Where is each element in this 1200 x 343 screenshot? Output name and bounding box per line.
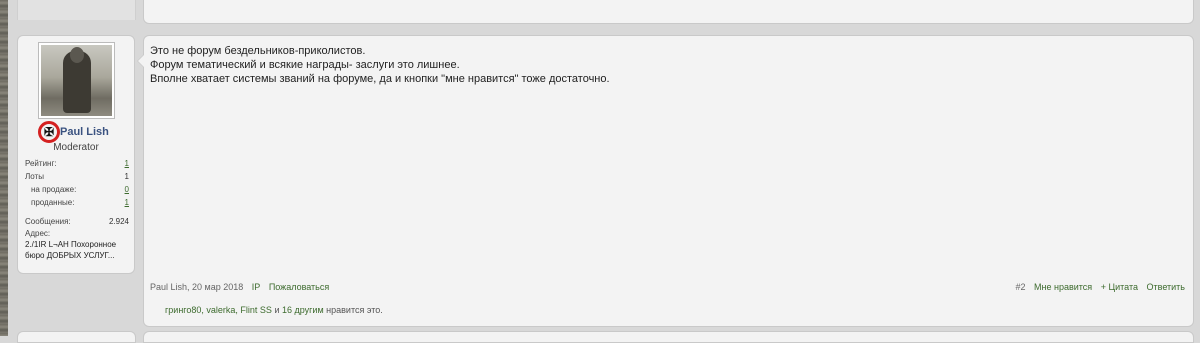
stat-value-link[interactable]: 1 (125, 157, 129, 170)
stat-label: Сообщения: (25, 217, 71, 226)
likes-others-link[interactable]: 16 другим (282, 305, 324, 315)
next-user-card-edge (17, 331, 136, 343)
post-pointer-fill (138, 55, 144, 67)
stat-rating: Рейтинг: 1 (25, 157, 129, 170)
avatar-image (41, 45, 112, 116)
likes-and: и (274, 305, 280, 315)
message-line: Это не форум бездельников-приколистов. (150, 45, 366, 57)
likers-links[interactable]: гринго80, valerka, Flint SS (165, 305, 272, 315)
message-line: Форум тематический и всякие награды- зас… (150, 59, 460, 71)
stat-label: на продаже: (31, 185, 77, 194)
stat-value: 2.924 (108, 217, 129, 226)
next-post-edge (143, 331, 1194, 343)
previous-user-card-edge (17, 0, 136, 20)
username-link[interactable]: Paul Lish (60, 126, 120, 138)
quote-button[interactable]: + Цитата (1101, 282, 1138, 292)
likes-summary: гринго80, valerka, Flint SS и 16 другим … (165, 305, 383, 315)
post: Это не форум бездельников-приколистов. Ф… (137, 35, 1194, 327)
post-number-link[interactable]: #2 (1015, 282, 1025, 292)
stat-sold: проданные: 1 (25, 196, 129, 209)
address-label: Адрес: (25, 229, 51, 238)
stat-on-sale: на продаже: 0 (25, 183, 129, 196)
stat-messages: Сообщения: 2.924 (25, 215, 129, 228)
likes-suffix: нравится это. (326, 305, 383, 315)
address-value: 2./1IR L¬AH Похоронное бюро ДОБРЫХ УСЛУГ… (25, 240, 117, 260)
ip-link[interactable]: IP (252, 282, 261, 292)
stat-value-link[interactable]: 1 (125, 196, 129, 209)
post-meta: Paul Lish, 20 мар 2018 IP Пожаловаться (150, 282, 335, 292)
report-link[interactable]: Пожаловаться (269, 282, 329, 292)
stat-value-link[interactable]: 0 (125, 183, 129, 196)
stat-label: Рейтинг: (25, 159, 57, 168)
user-card: ✠ Paul Lish Moderator Рейтинг: 1 Лоты 1 … (17, 35, 135, 274)
left-edge-strip (0, 0, 8, 336)
stat-value: 1 (124, 172, 129, 181)
like-button[interactable]: Мне нравится (1034, 282, 1092, 292)
user-stats: Рейтинг: 1 Лоты 1 на продаже: 0 проданны… (25, 157, 129, 261)
avatar-head (70, 47, 84, 63)
award-cross-icon[interactable]: ✠ (38, 121, 60, 143)
user-title: Moderator (53, 142, 99, 153)
reply-button[interactable]: Ответить (1147, 282, 1185, 292)
award-symbol: ✠ (43, 125, 55, 139)
stat-lots: Лоты 1 (25, 170, 129, 183)
post-author-date[interactable]: Paul Lish, 20 мар 2018 (150, 282, 243, 292)
post-actions: #2 Мне нравится + Цитата Ответить (1009, 282, 1185, 292)
stat-label: проданные: (31, 198, 75, 207)
post-message: Это не форум бездельников-приколистов. Ф… (150, 44, 1150, 86)
previous-post-edge (143, 0, 1194, 24)
message-line: Вполне хватает системы званий на форуме,… (150, 73, 610, 85)
stat-label: Лоты (25, 172, 44, 181)
avatar[interactable] (38, 42, 115, 119)
